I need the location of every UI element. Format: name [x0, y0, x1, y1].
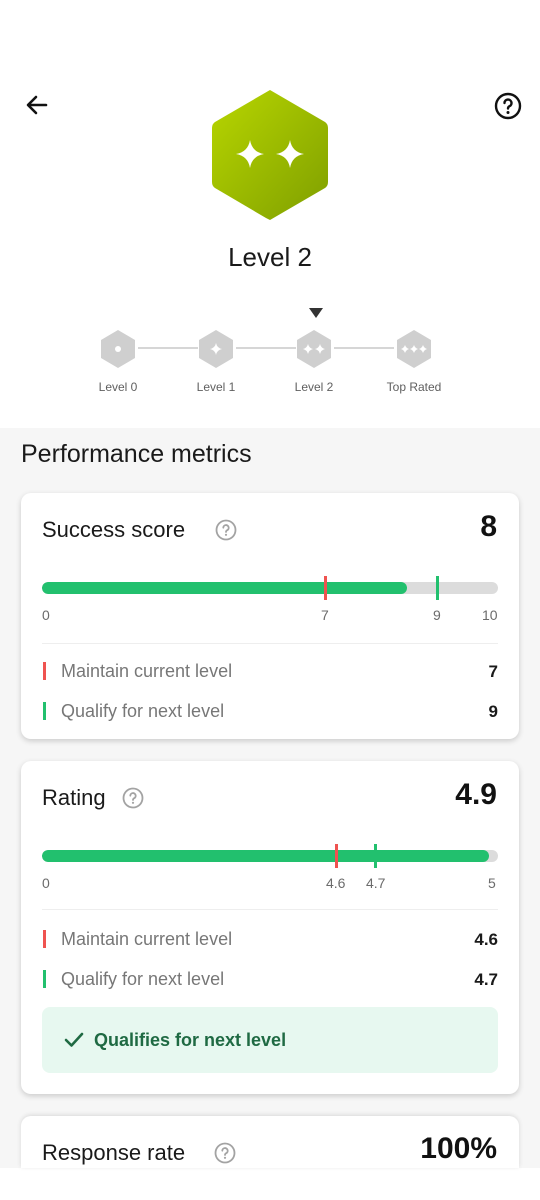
maintain-label: Maintain current level — [61, 661, 233, 681]
tick-label: 4.7 — [366, 875, 386, 891]
step-level-2[interactable] — [294, 329, 334, 369]
response-rate-value: 100% — [420, 1132, 497, 1165]
tick-label: 5 — [488, 875, 496, 891]
qualify-indicator — [43, 970, 46, 988]
qualify-marker — [436, 576, 439, 600]
qualify-indicator — [43, 702, 46, 720]
tick-label: 7 — [321, 607, 329, 623]
step-label: Top Rated — [386, 380, 442, 394]
tick-label: 9 — [433, 607, 441, 623]
level-title: Level 2 — [228, 242, 312, 272]
response-rate-card: Response rate 100% — [21, 1116, 519, 1168]
step-level-1[interactable] — [196, 329, 236, 369]
tick-label: 0 — [42, 607, 50, 623]
current-level-pointer-icon — [309, 308, 323, 318]
card-title: Success score — [42, 517, 186, 542]
tick-label: 4.6 — [326, 875, 346, 891]
checkmark-icon — [64, 1032, 84, 1047]
step-label: Level 2 — [294, 380, 334, 394]
tick-label: 10 — [482, 607, 498, 623]
help-circle-icon[interactable] — [215, 519, 237, 541]
level-stepper: Level 0 Level 1 Level 2 Top Rated — [0, 300, 540, 410]
maintain-value: 4.6 — [474, 930, 498, 949]
section-title: Performance metrics — [21, 440, 252, 468]
help-button[interactable] — [490, 88, 526, 124]
tick-label: 0 — [42, 875, 50, 891]
progress-fill — [42, 850, 489, 862]
step-level-0[interactable] — [98, 329, 138, 369]
help-circle-icon[interactable] — [214, 1142, 236, 1164]
question-circle-icon — [494, 92, 522, 120]
qualify-label: Qualify for next level — [61, 969, 225, 989]
maintain-marker — [335, 844, 338, 868]
maintain-indicator — [43, 662, 46, 680]
rating-bar — [42, 850, 498, 862]
maintain-label: Maintain current level — [61, 929, 233, 949]
qualify-label: Qualify for next level — [61, 701, 225, 721]
qualify-marker — [374, 844, 377, 868]
step-label: Level 1 — [196, 380, 236, 394]
step-top-rated[interactable] — [394, 329, 434, 369]
maintain-value: 7 — [488, 662, 498, 681]
card-title: Rating — [42, 785, 106, 810]
arrow-left-icon — [26, 95, 48, 115]
card-title: Response rate — [42, 1140, 186, 1165]
success-score-bar — [42, 582, 498, 594]
back-button[interactable] — [20, 88, 54, 122]
level-badge — [208, 88, 332, 222]
progress-fill — [42, 582, 407, 594]
maintain-indicator — [43, 930, 46, 948]
step-label: Level 0 — [98, 380, 138, 394]
success-score-value: 8 — [480, 510, 497, 543]
success-score-card: Success score 8 0 7 9 10 Maintain curren… — [21, 493, 519, 739]
maintain-marker — [324, 576, 327, 600]
qualify-value: 4.7 — [474, 970, 498, 989]
rating-value: 4.9 — [455, 778, 497, 811]
help-circle-icon[interactable] — [122, 787, 144, 809]
qualify-value: 9 — [488, 702, 498, 721]
qualify-status-text: Qualifies for next level — [94, 1030, 287, 1050]
rating-card: Rating 4.9 0 4.6 4.7 5 Maintain current … — [21, 761, 519, 1094]
qualify-status-banner: Qualifies for next level — [42, 1007, 498, 1073]
